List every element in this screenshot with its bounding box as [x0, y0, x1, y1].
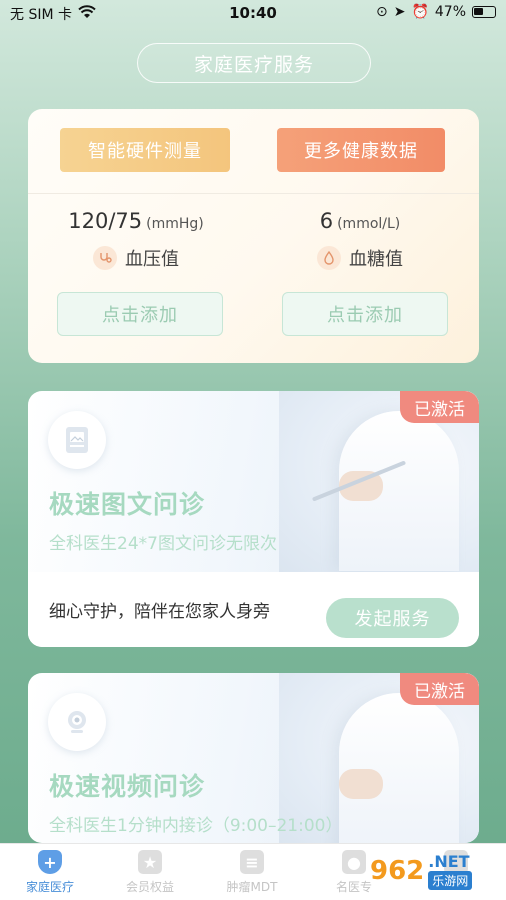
activated-badge: 已激活	[400, 391, 479, 423]
blood-sugar-unit: (mmol/L)	[337, 216, 401, 232]
star-badge-icon: ★	[138, 850, 162, 874]
blood-pressure-value: 120/75	[68, 209, 143, 233]
document-icon: ≡	[240, 850, 264, 874]
site-watermark: 962 .NET 乐游网	[370, 846, 500, 896]
blood-pressure-unit: (mmHg)	[146, 216, 204, 232]
service-subtitle: 全科医生1分钟内接诊（9:00–21:00）	[49, 816, 343, 836]
tab-label: 名医专	[335, 880, 372, 894]
health-data-card: 智能硬件测量 更多健康数据 120/75 (mmHg) 血压值 6 (mmol/L)…	[28, 109, 479, 363]
blood-pressure-icon	[93, 246, 117, 270]
status-bar: 无 SIM 卡 10:40 ⊙ ➤ ⏰ 47%	[0, 0, 506, 28]
image-doc-icon	[48, 411, 106, 469]
location-icon: ➤	[393, 4, 406, 20]
doctor-icon: ●	[342, 850, 366, 874]
service-card-video[interactable]: 已激活 极速视频问诊 全科医生1分钟内接诊（9:00–21:00）	[28, 673, 479, 843]
service-card-image-text[interactable]: 已激活 极速图文问诊 全科医生24*7图文问诊无限次 细心守护，陪伴在您家人身旁…	[28, 391, 479, 647]
activated-badge: 已激活	[400, 673, 479, 705]
service-title: 极速视频问诊	[49, 772, 206, 801]
battery-percent: 47%	[434, 4, 466, 20]
blood-sugar-label: 血糖值	[349, 249, 403, 270]
blood-sugar-value: 6	[319, 209, 334, 233]
battery-icon	[472, 6, 496, 18]
service-title: 极速图文问诊	[49, 490, 206, 519]
tab-label: 家庭医疗	[25, 880, 74, 894]
tab-label: 会员权益	[125, 880, 174, 894]
blood-pressure-label: 血压值	[125, 249, 179, 270]
tab-tumor-mdt[interactable]: ≡ 肿瘤MDT	[202, 850, 302, 895]
divider	[28, 193, 479, 194]
blood-drop-icon	[317, 246, 341, 270]
blood-sugar-metric: 6 (mmol/L) 血糖值	[260, 209, 460, 271]
service-subtitle: 全科医生24*7图文问诊无限次	[49, 534, 277, 554]
watermark-net: .NET	[428, 852, 470, 871]
watermark-logo: 962	[370, 856, 425, 886]
tab-label: 肿瘤MDT	[226, 880, 278, 894]
tab-member-benefits[interactable]: ★ 会员权益	[100, 850, 200, 895]
watermark-site-name: 乐游网	[428, 871, 473, 890]
alarm-icon: ⏰	[411, 4, 429, 20]
service-slogan: 细心守护，陪伴在您家人身旁	[49, 602, 270, 622]
video-camera-icon	[48, 693, 106, 751]
rotation-lock-icon: ⊙	[375, 4, 388, 20]
more-health-data-button[interactable]: 更多健康数据	[277, 128, 445, 172]
page-title: 家庭医疗服务	[137, 43, 371, 83]
shield-plus-icon: +	[38, 850, 62, 874]
add-blood-sugar-button[interactable]: 点击添加	[282, 292, 448, 336]
smart-hardware-button[interactable]: 智能硬件测量	[60, 128, 230, 172]
tab-family-medical[interactable]: + 家庭医疗	[0, 850, 100, 895]
blood-pressure-metric: 120/75 (mmHg) 血压值	[36, 209, 236, 271]
add-blood-pressure-button[interactable]: 点击添加	[57, 292, 223, 336]
launch-service-button[interactable]: 发起服务	[326, 598, 459, 638]
